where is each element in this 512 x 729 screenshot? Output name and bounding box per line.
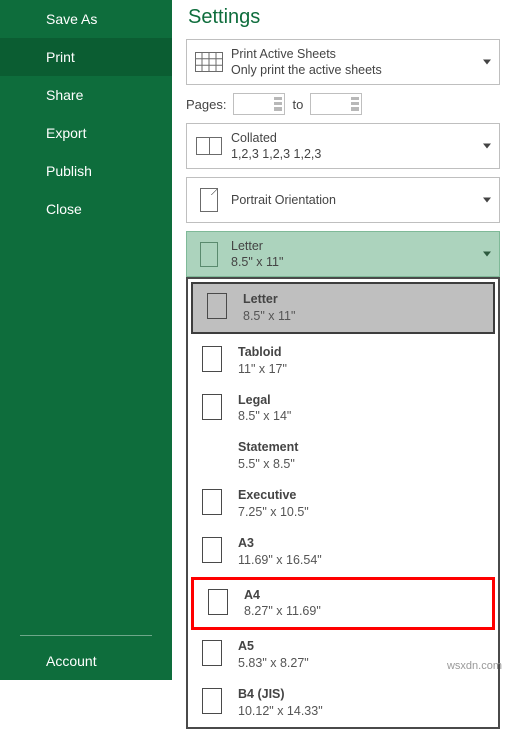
size-dim: 11.69" x 16.54" — [238, 552, 322, 569]
page-size-dropdown[interactable]: Letter 8.5" x 11" — [186, 231, 500, 277]
size-option-executive[interactable]: Executive7.25" x 10.5" — [188, 480, 498, 528]
menu-publish[interactable]: Publish — [0, 152, 172, 190]
size-dim: 10.12" x 14.33" — [238, 703, 323, 720]
page-size-sub: 8.5" x 11" — [231, 254, 283, 270]
size-dim: 8.5" x 14" — [238, 408, 291, 425]
size-name: Legal — [238, 392, 291, 409]
size-name: Tabloid — [238, 344, 287, 361]
size-name: Statement — [238, 439, 298, 456]
size-option-tabloid[interactable]: Tabloid11" x 17" — [188, 337, 498, 385]
menu-save-as[interactable]: Save As — [0, 0, 172, 38]
pages-from-input[interactable] — [233, 93, 285, 115]
sheets-icon — [187, 40, 231, 84]
page-icon — [202, 346, 222, 372]
collated-icon — [187, 124, 231, 168]
page-icon — [202, 394, 222, 420]
settings-panel: Settings Print Active Sheets Only print … — [172, 0, 512, 680]
collation-dropdown[interactable]: Collated 1,2,3 1,2,3 1,2,3 — [186, 123, 500, 169]
size-name: A4 — [244, 587, 321, 604]
page-icon — [202, 640, 222, 666]
sidebar-divider — [20, 635, 152, 636]
page-icon — [202, 688, 222, 714]
size-dim: 5.5" x 8.5" — [238, 456, 298, 473]
pages-to-label: to — [292, 97, 303, 112]
size-option-legal[interactable]: Legal8.5" x 14" — [188, 385, 498, 433]
size-dim: 8.5" x 11" — [243, 308, 295, 325]
size-dim: 11" x 17" — [238, 361, 287, 378]
collation-sub: 1,2,3 1,2,3 1,2,3 — [231, 146, 321, 162]
print-what-sub: Only print the active sheets — [231, 62, 382, 78]
page-icon — [207, 293, 227, 319]
size-option-a3[interactable]: A311.69" x 16.54" — [188, 528, 498, 576]
chevron-down-icon — [483, 252, 491, 257]
portrait-icon — [187, 178, 231, 222]
pages-to-input[interactable] — [310, 93, 362, 115]
size-name: Letter — [243, 291, 295, 308]
orientation-dropdown[interactable]: Portrait Orientation — [186, 177, 500, 223]
chevron-down-icon — [483, 60, 491, 65]
page-icon — [208, 589, 228, 615]
pages-row: Pages: to — [186, 93, 500, 115]
print-what-title: Print Active Sheets — [231, 46, 382, 62]
menu-print[interactable]: Print — [0, 38, 172, 76]
size-name: A3 — [238, 535, 322, 552]
size-name: B4 (JIS) — [238, 686, 323, 703]
backstage-sidebar: Save As Print Share Export Publish Close… — [0, 0, 172, 680]
page-icon — [202, 489, 222, 515]
size-option-a4[interactable]: A48.27" x 11.69" — [191, 577, 495, 631]
page-icon — [187, 232, 231, 276]
size-dim: 7.25" x 10.5" — [238, 504, 309, 521]
page-size-title: Letter — [231, 238, 283, 254]
menu-share[interactable]: Share — [0, 76, 172, 114]
size-option-statement[interactable]: Statement5.5" x 8.5" — [188, 432, 498, 480]
settings-heading: Settings — [188, 6, 500, 29]
size-option-letter[interactable]: Letter8.5" x 11" — [191, 282, 495, 334]
size-option-b4-jis-[interactable]: B4 (JIS)10.12" x 14.33" — [188, 679, 498, 727]
chevron-down-icon — [483, 144, 491, 149]
size-name: A5 — [238, 638, 309, 655]
collation-title: Collated — [231, 130, 321, 146]
menu-export[interactable]: Export — [0, 114, 172, 152]
size-name: Executive — [238, 487, 309, 504]
page-icon — [202, 537, 222, 563]
menu-account[interactable]: Account — [0, 642, 172, 680]
watermark: wsxdn.com — [447, 660, 502, 672]
pages-label: Pages: — [186, 97, 226, 112]
size-dim: 8.27" x 11.69" — [244, 603, 321, 620]
orientation-title: Portrait Orientation — [231, 192, 336, 208]
menu-close[interactable]: Close — [0, 190, 172, 228]
chevron-down-icon — [483, 198, 491, 203]
print-what-dropdown[interactable]: Print Active Sheets Only print the activ… — [186, 39, 500, 85]
size-dim: 5.83" x 8.27" — [238, 655, 309, 672]
